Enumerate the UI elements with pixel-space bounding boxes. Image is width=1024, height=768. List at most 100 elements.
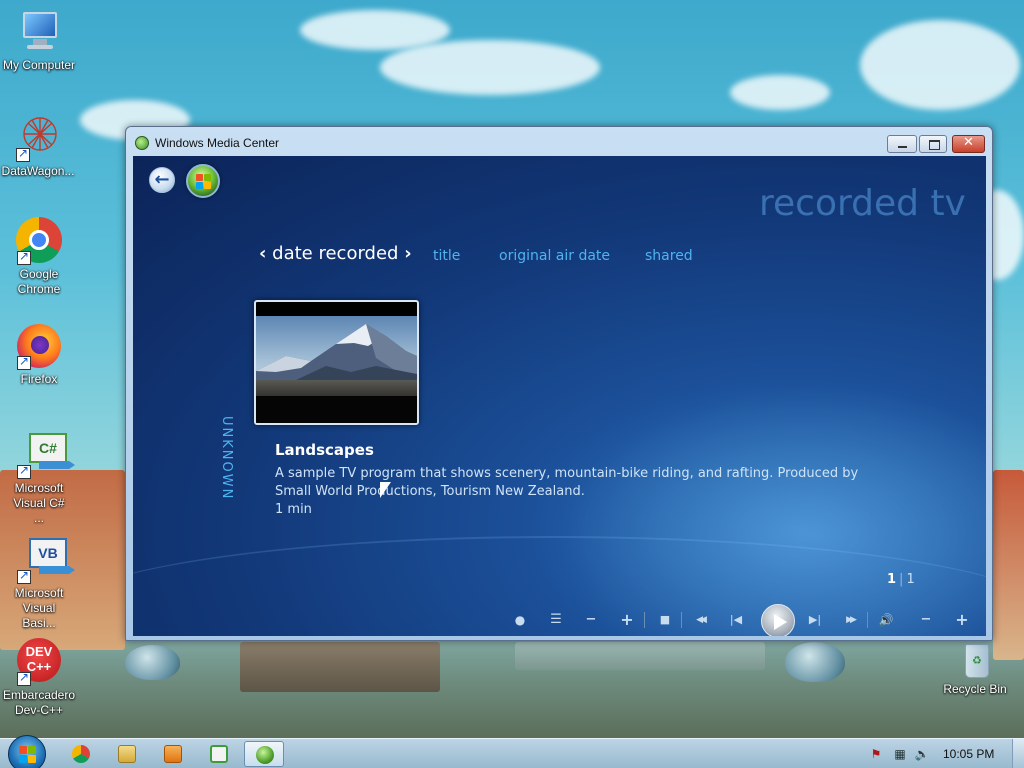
page-current: 1 <box>887 572 897 587</box>
taskbar-clock[interactable]: 10:05 PM <box>943 747 994 761</box>
windows-logo-quadrant <box>204 182 211 189</box>
record-button[interactable]: ● <box>509 610 531 630</box>
desktop-icon-google-chrome[interactable]: Google Chrome <box>0 217 79 297</box>
maximize-button[interactable] <box>919 135 947 153</box>
taskbar: ⚑ ▦ 🔈 10:05 PM <box>0 735 1024 768</box>
desktop-icon-visual-csharp[interactable]: C# Microsoft Visual C# ... <box>0 431 79 526</box>
desktop-icon-visual-basic[interactable]: VB Microsoft Visual Basi... <box>0 536 79 631</box>
mute-button[interactable]: 🔊 <box>875 610 897 630</box>
computer-icon <box>15 8 63 56</box>
thumbnail-letterbox <box>256 396 417 423</box>
media-center-content: ← recorded tv ‹ date recorded › title or… <box>133 156 986 636</box>
media-center-window[interactable]: Windows Media Center ✕ ← recorded tv ‹ d… <box>125 126 993 641</box>
folder-icon <box>118 745 136 763</box>
crate <box>240 642 440 692</box>
desktop-icon-devcpp[interactable]: DEV C++ Embarcadero Dev-C++ <box>0 638 79 718</box>
network-icon[interactable]: ▦ <box>892 746 908 762</box>
show-desktop-button[interactable] <box>1012 739 1024 768</box>
windows-logo-icon <box>19 746 27 754</box>
recording-thumbnail[interactable] <box>254 300 419 425</box>
desktop-icon-firefox[interactable]: Firefox <box>0 322 79 387</box>
desktop-icon-label: Microsoft Visual C# ... <box>13 481 65 525</box>
visual-csharp-icon: C# <box>15 431 75 479</box>
chevron-left-icon[interactable]: ‹ <box>259 243 266 264</box>
skip-forward-button[interactable]: ▶| <box>804 610 826 630</box>
cloud <box>380 40 600 95</box>
taskbar-item-media-center[interactable] <box>244 741 284 767</box>
mouse-cursor-icon <box>379 481 392 499</box>
close-icon: ✕ <box>963 135 974 150</box>
page-counter: 1 | 1 <box>887 572 915 587</box>
desktop-icon-label: DataWagon... <box>1 164 75 178</box>
channel-up-button[interactable]: + <box>616 610 638 630</box>
start-button[interactable] <box>8 735 46 768</box>
tab-label: date recorded <box>272 243 399 264</box>
windows-logo-quadrant <box>196 182 203 189</box>
media-center-start-button[interactable] <box>186 164 220 198</box>
transport-divider <box>644 612 645 628</box>
close-button[interactable]: ✕ <box>952 135 985 153</box>
fast-forward-button[interactable]: ▶▶ <box>839 610 861 630</box>
taskbar-item-visual-csharp[interactable] <box>199 741 239 767</box>
rewind-button[interactable]: ◀◀ <box>689 610 711 630</box>
minimize-button[interactable] <box>887 135 917 153</box>
desktop-icon-label: Embarcadero Dev-C++ <box>2 688 76 717</box>
cloud <box>860 20 1020 110</box>
desktop-icon-label: Google Chrome <box>17 267 61 296</box>
program-title: Landscapes <box>275 441 374 459</box>
bird-left <box>125 645 180 680</box>
media-center-icon <box>135 136 149 150</box>
desktop-icon-label: My Computer <box>2 58 76 72</box>
chrome-icon <box>72 745 90 763</box>
datawagon-icon <box>14 114 62 162</box>
program-description: A sample TV program that shows scenery, … <box>275 466 859 499</box>
action-center-icon[interactable]: ⚑ <box>868 746 884 762</box>
windows-logo-quadrant <box>28 746 36 754</box>
thumbnail-foreground <box>256 380 417 396</box>
transport-controls: ● ☰ − + ■ ◀◀ |◀ ▶| ▶▶ 🔊 − + <box>509 604 979 636</box>
volume-icon[interactable]: 🔈 <box>914 746 930 762</box>
tab-original-air-date[interactable]: original air date <box>499 248 610 264</box>
desktop-icon-my-computer[interactable]: My Computer <box>0 8 79 73</box>
play-button[interactable] <box>761 604 795 636</box>
program-duration: 1 min <box>275 502 312 517</box>
tab-shared[interactable]: shared <box>645 248 693 264</box>
desktop-icon-label: Microsoft Visual Basi... <box>14 586 64 630</box>
chevron-right-icon[interactable]: › <box>404 243 411 264</box>
taskbar-item-media-player[interactable] <box>153 741 193 767</box>
taskbar-item-chrome[interactable] <box>61 741 101 767</box>
windows-logo-quadrant <box>19 755 27 763</box>
skip-back-button[interactable]: |◀ <box>725 610 747 630</box>
transport-divider <box>681 612 682 628</box>
back-button[interactable]: ← <box>149 167 175 193</box>
tab-title[interactable]: title <box>433 248 460 264</box>
bird-right <box>785 642 845 682</box>
stop-button[interactable]: ■ <box>654 610 676 630</box>
visual-basic-icon: VB <box>15 536 75 584</box>
desktop-icon-recycle-bin[interactable]: ♻ Recycle Bin <box>935 640 1015 697</box>
guide-button[interactable]: ☰ <box>545 610 567 630</box>
back-arrow-icon: ← <box>154 169 170 190</box>
window-title: Windows Media Center <box>155 136 280 150</box>
taskbar-item-explorer[interactable] <box>107 741 147 767</box>
group-label: UNKNOWN <box>219 416 234 501</box>
firefox-icon <box>15 322 63 370</box>
tab-date-recorded[interactable]: ‹ date recorded › <box>259 243 412 264</box>
cloud <box>730 75 830 110</box>
window-titlebar[interactable]: Windows Media Center ✕ <box>126 127 992 157</box>
recycle-bin-icon: ♻ <box>955 640 995 680</box>
volume-up-button[interactable]: + <box>951 610 973 630</box>
desktop-icon-label: Firefox <box>20 372 58 386</box>
media-center-icon <box>256 746 274 764</box>
page-total: 1 <box>906 572 915 587</box>
chrome-icon <box>15 217 63 265</box>
visual-csharp-icon <box>210 745 228 763</box>
volume-down-button[interactable]: − <box>915 610 937 630</box>
channel-down-button[interactable]: − <box>580 610 602 630</box>
windows-logo-quadrant <box>28 755 36 763</box>
devcpp-icon: DEV C++ <box>15 638 63 686</box>
house <box>993 470 1024 660</box>
windows-logo-quadrant <box>204 174 211 181</box>
desktop-icon-datawagon[interactable]: DataWagon... <box>0 114 78 179</box>
media-player-icon <box>164 745 182 763</box>
